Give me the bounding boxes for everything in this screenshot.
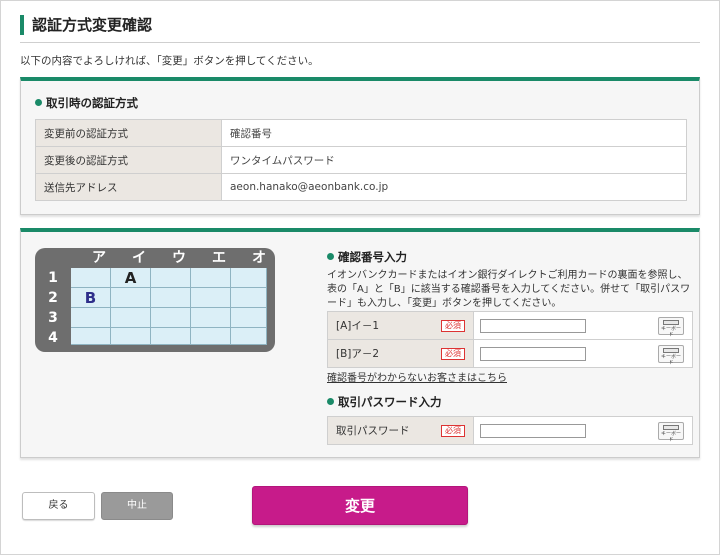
required-badge: 必須 — [441, 425, 465, 437]
row-label-address: 送信先アドレス — [35, 173, 222, 201]
card-cell — [111, 288, 151, 308]
table-row: [B]ア－2 必須 キーボード — [327, 339, 693, 368]
card-cell — [231, 308, 267, 328]
card-cell — [191, 308, 231, 328]
row-label-after: 変更後の認証方式 — [35, 146, 222, 174]
card-row-header: 1 — [48, 270, 58, 286]
row-label-before: 変更前の認証方式 — [35, 119, 222, 147]
card-cell — [151, 288, 191, 308]
confirmation-description: イオンバンクカードまたはイオン銀行ダイレクトご利用カードの裏面を参照し、表の「A… — [327, 270, 691, 309]
auth-method-heading-text: 取引時の認証方式 — [46, 96, 138, 110]
card-cell — [151, 268, 191, 288]
table-row: 変更前の認証方式 確認番号 — [35, 119, 687, 147]
password-table: 取引パスワード 必須 キーボード — [327, 416, 693, 445]
required-badge: 必須 — [441, 348, 465, 360]
keyboard-icon — [663, 425, 679, 430]
field-cell-password: キーボード — [473, 416, 693, 445]
card-cell — [71, 328, 111, 345]
help-link-confirmation-number[interactable]: 確認番号がわからないお客さまはこちら — [327, 369, 507, 384]
confirmation-heading: 確認番号入力 — [327, 249, 407, 265]
keyboard-label: キーボード — [660, 431, 681, 443]
back-button[interactable]: 戻る — [22, 492, 95, 520]
table-row: [A]イ－1 必須 キーボード — [327, 311, 693, 340]
software-keyboard-button[interactable]: キーボード — [658, 317, 684, 338]
card-cell — [71, 308, 111, 328]
field-label-a: [A]イ－1 必須 — [327, 311, 474, 340]
auth-method-table: 変更前の認証方式 確認番号 変更後の認証方式 ワンタイムパスワード 送信先アドレ… — [35, 119, 687, 201]
card-row-header: 4 — [48, 330, 58, 346]
field-cell-b: キーボード — [473, 339, 693, 368]
field-label-password-text: 取引パスワード — [336, 425, 410, 437]
card-cell — [191, 288, 231, 308]
card-cell — [191, 328, 231, 345]
confirmation-heading-text: 確認番号入力 — [338, 250, 407, 264]
page-header: 認証方式変更確認 — [20, 9, 700, 43]
row-value-after: ワンタイムパスワード — [221, 146, 687, 174]
software-keyboard-button[interactable]: キーボード — [658, 422, 684, 443]
card-cell-mark-a: A — [111, 268, 151, 288]
bullet-dot-icon — [327, 398, 334, 405]
transaction-password-input[interactable] — [480, 424, 586, 438]
keyboard-label: キーボード — [660, 326, 681, 338]
card-cell — [71, 268, 111, 288]
card-cell — [111, 308, 151, 328]
confirmation-number-table: [A]イ－1 必須 キーボード [B]ア－2 必須 キーボード — [327, 311, 693, 368]
password-heading-text: 取引パスワード入力 — [338, 395, 442, 409]
title-accent-bar — [20, 15, 24, 35]
security-card-diagram: ア イ ウ エ オ 1 2 3 4 A B — [35, 248, 275, 352]
software-keyboard-button[interactable]: キーボード — [658, 345, 684, 366]
card-cell-mark-b: B — [71, 288, 111, 308]
intro-text: 以下の内容でよろしければ、「変更」ボタンを押してください。 — [20, 55, 319, 67]
field-label-password: 取引パスワード 必須 — [327, 416, 474, 445]
row-value-address: aeon.hanako@aeonbank.co.jp — [221, 173, 687, 201]
required-badge: 必須 — [441, 320, 465, 332]
card-col-header: ウ — [172, 250, 186, 266]
keyboard-label: キーボード — [660, 354, 681, 366]
bullet-dot-icon — [327, 253, 334, 260]
field-cell-a: キーボード — [473, 311, 693, 340]
password-heading: 取引パスワード入力 — [327, 394, 442, 410]
card-col-header: ア — [92, 250, 106, 266]
bullet-dot-icon — [35, 99, 42, 106]
field-label-b-text: [B]ア－2 — [336, 348, 380, 360]
auth-method-heading: 取引時の認証方式 — [35, 95, 138, 111]
field-label-b: [B]ア－2 必須 — [327, 339, 474, 368]
card-row-header: 2 — [48, 290, 58, 306]
card-col-header: エ — [212, 250, 226, 266]
card-col-header: オ — [252, 250, 266, 266]
card-cell — [231, 288, 267, 308]
card-col-header: イ — [132, 250, 146, 266]
table-row: 変更後の認証方式 ワンタイムパスワード — [35, 146, 687, 174]
confirmation-a-input[interactable] — [480, 319, 586, 333]
card-cell — [231, 328, 267, 345]
auth-method-panel: 取引時の認証方式 変更前の認証方式 確認番号 変更後の認証方式 ワンタイムパスワ… — [20, 77, 700, 215]
security-card-grid: ア イ ウ エ オ 1 2 3 4 A B — [35, 248, 275, 352]
cancel-button[interactable]: 中止 — [101, 492, 173, 520]
row-value-before: 確認番号 — [221, 119, 687, 147]
card-cell — [151, 328, 191, 345]
field-label-a-text: [A]イ－1 — [336, 320, 380, 332]
page-title: 認証方式変更確認 — [32, 16, 153, 34]
card-row-header: 3 — [48, 310, 58, 326]
confirmation-panel: ア イ ウ エ オ 1 2 3 4 A B 確認番号入力 イオンバンクカードまた… — [20, 228, 700, 458]
keyboard-icon — [663, 320, 679, 325]
confirmation-b-input[interactable] — [480, 347, 586, 361]
table-row: 送信先アドレス aeon.hanako@aeonbank.co.jp — [35, 173, 687, 201]
card-cell — [191, 268, 231, 288]
card-cell — [111, 328, 151, 345]
keyboard-icon — [663, 348, 679, 353]
card-cell — [151, 308, 191, 328]
table-row: 取引パスワード 必須 キーボード — [327, 416, 693, 445]
change-button[interactable]: 変更 — [252, 486, 468, 525]
card-cell — [231, 268, 267, 288]
